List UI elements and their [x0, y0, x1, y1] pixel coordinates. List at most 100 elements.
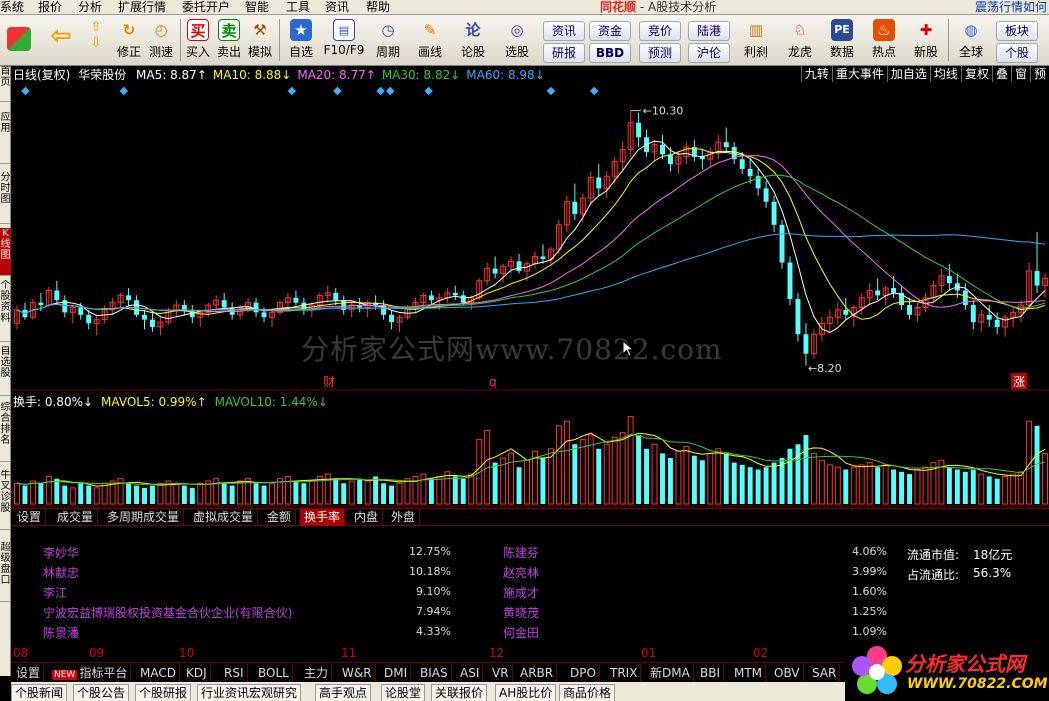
new-stock-button[interactable]: ✚ 新股 [906, 17, 946, 64]
window-button[interactable]: 窗 [1010, 66, 1030, 82]
research-box[interactable]: 研报 [543, 43, 585, 63]
layout-button[interactable] [4, 17, 34, 64]
indicator-sar[interactable]: SAR [809, 664, 841, 682]
ma-settings-button[interactable]: 均线 [929, 66, 961, 82]
sidebar-item-timeshare[interactable]: 分时图 [0, 172, 11, 224]
period-button[interactable]: ◷ 周期 [368, 17, 408, 64]
sidebar-item-ranking[interactable]: 综合排名 [0, 402, 11, 462]
tab-multi-period-volume[interactable]: 多周期成交量 [103, 509, 185, 526]
sidebar-item-home[interactable]: 首页 [0, 66, 11, 102]
holder-name[interactable]: 李妙华 [43, 544, 79, 561]
arrow-up-icon[interactable]: ⇧ [84, 19, 108, 35]
news-box[interactable]: 资讯 [543, 21, 585, 41]
period-label[interactable]: 日线(复权) [13, 68, 70, 82]
menu-tools[interactable]: 工具 [286, 0, 310, 14]
indicator-platform[interactable]: NEW 指标平台 [49, 664, 132, 682]
sidebar-item-orderbook[interactable]: 超级盘口 [0, 542, 11, 602]
add-watchlist-button[interactable]: 加自选 [886, 66, 930, 82]
tool-button[interactable]: ▥ 利刹 [736, 17, 776, 64]
f10-button[interactable]: ▤ F10/F9 [322, 17, 366, 64]
indicator-macd[interactable]: MACD [137, 664, 180, 682]
sidebar-item-diagnose[interactable]: 牛叉诊股 [0, 470, 11, 530]
favorites-button[interactable]: ★ 自选 [283, 17, 319, 64]
draw-button[interactable]: ✎ 画线 [410, 17, 450, 64]
single-stock-box[interactable]: 个股 [996, 43, 1038, 63]
fund-box[interactable]: 资金 [589, 21, 631, 41]
simulate-button[interactable]: ⚒ 模拟 [245, 17, 275, 64]
tab-amount[interactable]: 金额 [263, 509, 297, 526]
sector-box[interactable]: 板块 [996, 21, 1038, 41]
holder-name[interactable]: 赵亮林 [503, 564, 539, 581]
holder-name[interactable]: 黄晓茂 [503, 604, 539, 621]
indicator-asi[interactable]: ASI [457, 664, 484, 682]
nine-turn-button[interactable]: 九转 [800, 66, 832, 82]
headline-ticker[interactable]: 震荡行情如何 [975, 0, 1047, 14]
back-button[interactable]: ⇦ [46, 17, 76, 64]
global-button[interactable]: ◍ 全球 [952, 17, 990, 64]
auction-box[interactable]: 竞价 [639, 21, 681, 41]
indicator-mtm[interactable]: MTM [731, 664, 767, 682]
indicator-dmi[interactable]: DMI [381, 664, 412, 682]
tab-related-quotes[interactable]: 关联报价 [431, 684, 488, 701]
tab-settings[interactable]: 设置 [13, 509, 47, 526]
sell-button[interactable]: 卖卖出 [214, 17, 244, 64]
indicator-trix[interactable]: TRIX [607, 664, 642, 682]
holder-name[interactable]: 陈建芬 [503, 544, 539, 561]
indicator-new-dma[interactable]: 新DMA [647, 664, 694, 682]
menu-news[interactable]: 资讯 [325, 0, 349, 14]
hotspot-button[interactable]: ♨ 热点 [864, 17, 904, 64]
tab-expert-views[interactable]: 高手观点 [315, 684, 372, 701]
arrow-down-icon[interactable]: ⇩ [84, 35, 108, 51]
indicator-vr[interactable]: VR [489, 664, 513, 682]
stock-picker-button[interactable]: ◎ 选股 [497, 17, 537, 64]
tab-virtual-volume[interactable]: 虚拟成交量 [189, 509, 259, 526]
overlay-button[interactable]: 叠 [991, 66, 1011, 82]
sidebar-item-watchlist[interactable]: 自选股 [0, 346, 11, 396]
bbd-box[interactable]: BBD [589, 43, 631, 63]
sidebar-item-kline[interactable]: K线图 [0, 228, 11, 276]
tab-outer-volume[interactable]: 外盘 [387, 509, 421, 526]
menu-extended-quote[interactable]: 扩展行情 [118, 0, 166, 14]
tab-volume[interactable]: 成交量 [53, 509, 99, 526]
tab-stock-research[interactable]: 个股研报 [135, 684, 192, 701]
major-events-button[interactable]: 重大事件 [831, 66, 887, 82]
data-button[interactable]: PE 数据 [822, 17, 862, 64]
indicator-main-force[interactable]: 主力 [301, 664, 333, 682]
indicator-rsi[interactable]: RSI [221, 664, 248, 682]
indicator-wr[interactable]: W&R [339, 664, 376, 682]
holder-name[interactable]: 林献忠 [43, 564, 79, 581]
sidebar-item-profile[interactable]: 个股资料 [0, 280, 11, 342]
holder-name[interactable]: 何金田 [503, 624, 539, 641]
tab-stock-news[interactable]: 个股新闻 [11, 684, 68, 701]
discuss-button[interactable]: 论论股 [455, 17, 491, 64]
tab-turnover-rate[interactable]: 换手率 [300, 509, 346, 526]
menu-quote[interactable]: 报价 [38, 0, 62, 14]
indicator-settings[interactable]: 设置 [13, 664, 45, 682]
adjust-button[interactable]: 复权 [960, 66, 992, 82]
menu-smart[interactable]: 智能 [245, 0, 269, 14]
kline-chart-area[interactable]: ←10.30 ←8.20 财 q 涨 日线(复权) 华荣股份 MA5: 8.87↑ MA1… [11, 66, 1049, 508]
holder-name[interactable]: 宁波宏益博瑞股权投资基金合伙企业(有限合伙) [43, 604, 292, 621]
hk-connect-box[interactable]: 陆港 [688, 21, 730, 41]
speedtest-button[interactable]: ◴ 测速 [145, 17, 177, 64]
forecast-button[interactable]: 预 [1029, 66, 1049, 82]
menu-help[interactable]: 帮助 [366, 0, 390, 14]
tab-inner-volume[interactable]: 内盘 [350, 509, 384, 526]
indicator-obv[interactable]: OBV [771, 664, 804, 682]
buy-button[interactable]: 买买入 [183, 17, 213, 64]
menu-system[interactable]: 系统 [0, 0, 24, 14]
indicator-bias[interactable]: BIAS [417, 664, 452, 682]
holder-name[interactable]: 陈景潘 [43, 624, 79, 641]
tab-stock-forum[interactable]: 论股堂 [381, 684, 426, 701]
tab-ah-compare[interactable]: AH股比价 [495, 684, 557, 701]
indicator-kdj[interactable]: KDJ [183, 664, 211, 682]
indicator-bbi[interactable]: BBI [697, 664, 725, 682]
forecast-box[interactable]: 预测 [639, 43, 681, 63]
kline-chart-svg[interactable]: ←10.30 ←8.20 财 q 涨 [11, 66, 1049, 508]
refresh-button[interactable]: ↻ 修正 [113, 17, 145, 64]
dragon-tiger-button[interactable]: ♘ 龙虎 [780, 17, 820, 64]
menu-analysis[interactable]: 分析 [78, 0, 102, 14]
tab-industry-macro[interactable]: 行业资讯宏观研究 [197, 684, 302, 701]
indicator-boll[interactable]: BOLL [255, 664, 293, 682]
indicator-dpo[interactable]: DPO [567, 664, 600, 682]
